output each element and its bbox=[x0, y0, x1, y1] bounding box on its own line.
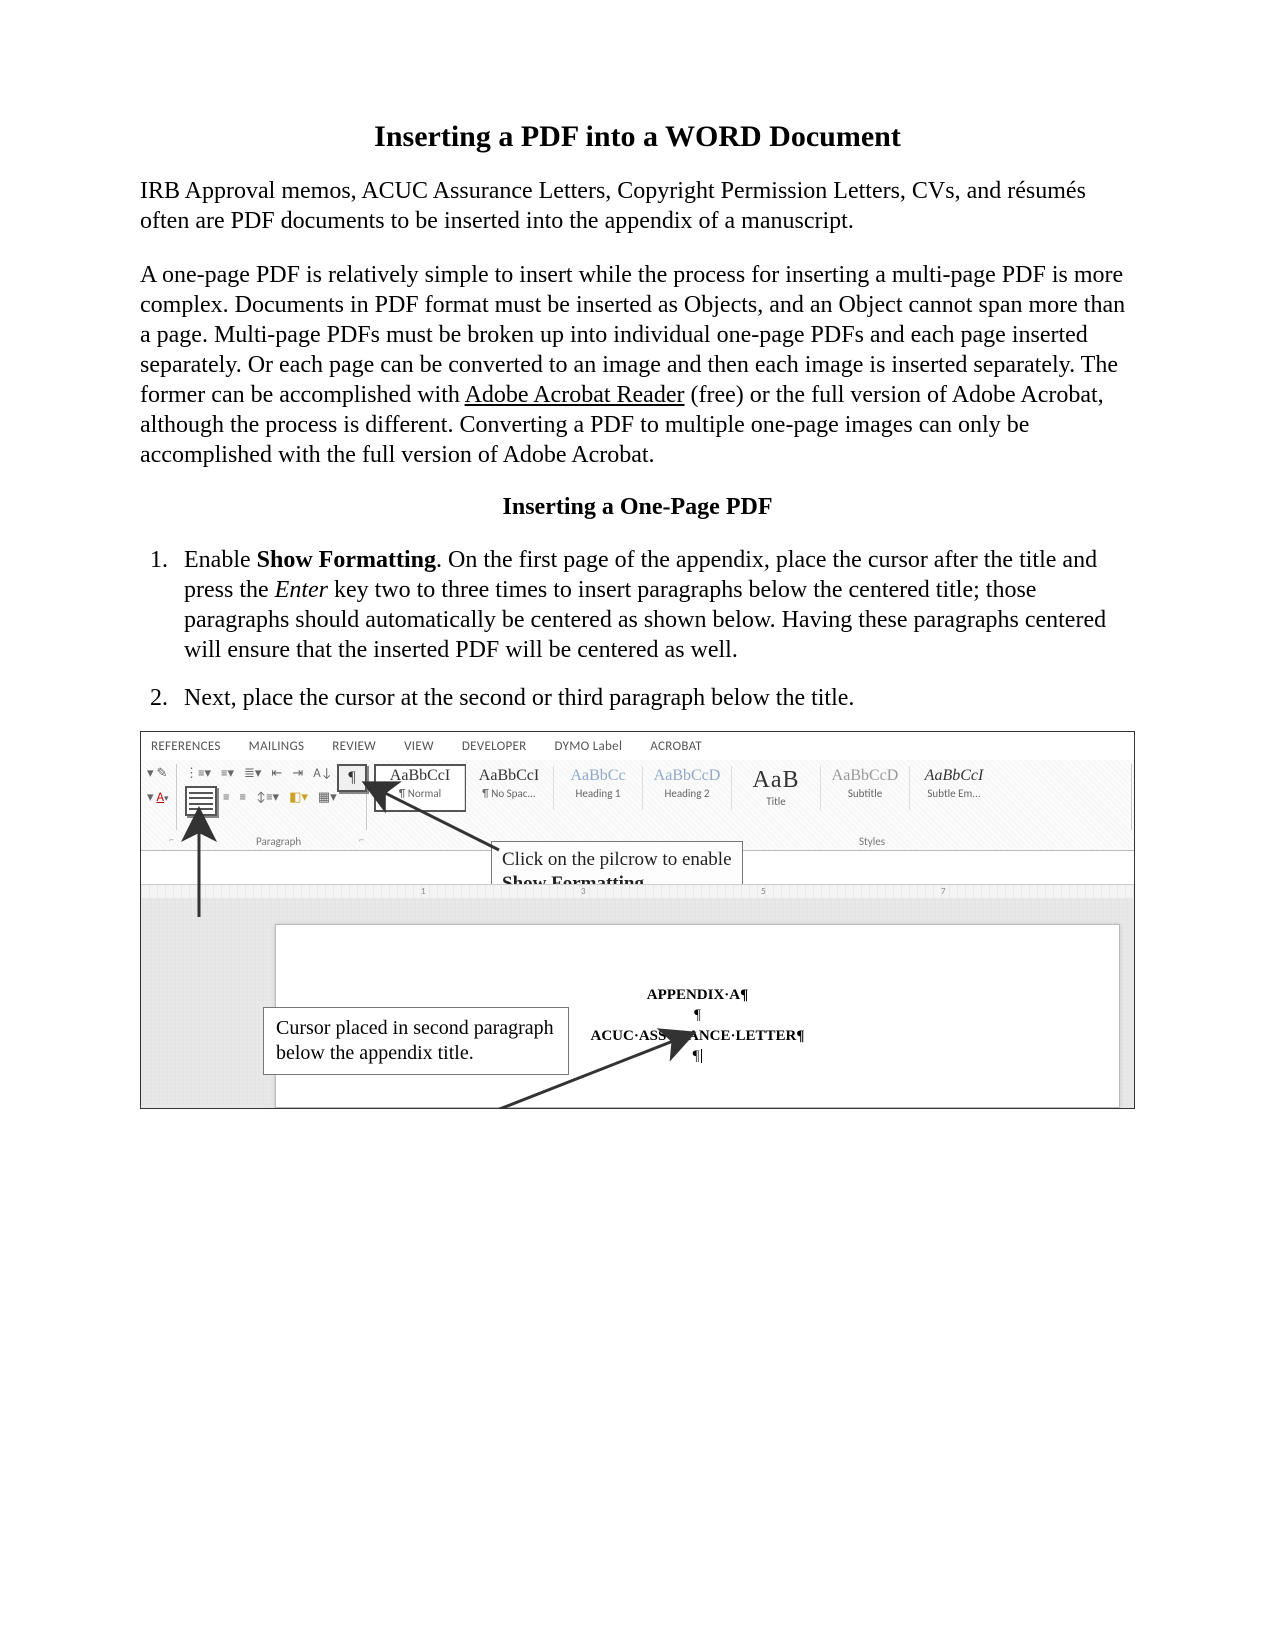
ruler-mark: 1 bbox=[421, 886, 426, 897]
tab-review[interactable]: REVIEW bbox=[332, 739, 376, 754]
callout-cursor: Cursor placed in second paragraph below … bbox=[263, 1007, 569, 1075]
callout1-text-a: Click on the pilcrow to enable bbox=[502, 849, 732, 870]
page-title: Inserting a PDF into a WORD Document bbox=[140, 120, 1135, 154]
ribbon-tabs: REFERENCES MAILINGS REVIEW VIEW DEVELOPE… bbox=[141, 732, 1134, 761]
step1-a: Enable bbox=[184, 547, 257, 573]
paragraph-icons-row1: ⋮≡▾ ≡▾ ≣▾ ⇤ ⇥ A↓ bbox=[185, 766, 355, 781]
style-preview: AaBbCcI bbox=[473, 768, 545, 784]
step1-italic: Enter bbox=[275, 577, 328, 603]
style-heading1[interactable]: AaBbCc Heading 1 bbox=[553, 766, 642, 810]
increase-indent-icon[interactable]: ⇥ bbox=[292, 766, 303, 781]
steps-list: Enable Show Formatting. On the first pag… bbox=[140, 545, 1135, 713]
tab-view[interactable]: VIEW bbox=[404, 739, 434, 754]
multilevel-icon[interactable]: ≣▾ bbox=[244, 766, 261, 781]
dropdown-icon[interactable]: ▾ bbox=[147, 766, 154, 781]
style-name: Heading 2 bbox=[651, 787, 723, 800]
shading-icon[interactable]: ◧▾ bbox=[289, 790, 308, 805]
bullets-icon[interactable]: ⋮≡▾ bbox=[185, 766, 211, 781]
style-preview: AaBbCcI bbox=[384, 768, 456, 784]
ribbon: ▾ ✎ ▾ A▾ ⋮≡▾ ≡▾ ≣▾ ⇤ ⇥ A↓ ≡ ≡ ↕≡▾ ◧▾ ▦▾ … bbox=[141, 760, 1134, 851]
step1-bold: Show Formatting bbox=[257, 547, 436, 573]
tab-mailings[interactable]: MAILINGS bbox=[249, 739, 305, 754]
ribbon-separator bbox=[176, 764, 177, 830]
align-center-icon[interactable]: ≡ bbox=[223, 790, 229, 805]
align-right-icon[interactable]: ≡ bbox=[239, 790, 245, 805]
step-2: Next, place the cursor at the second or … bbox=[174, 683, 1135, 713]
adobe-reader-link[interactable]: Adobe Acrobat Reader bbox=[465, 382, 685, 408]
step-1: Enable Show Formatting. On the first pag… bbox=[174, 545, 1135, 665]
tab-references[interactable]: REFERENCES bbox=[151, 739, 221, 754]
tab-developer[interactable]: DEVELOPER bbox=[462, 739, 527, 754]
text-cursor bbox=[701, 1049, 702, 1063]
font-color-icon[interactable]: A bbox=[156, 790, 164, 805]
doc-line-4-text: ¶ bbox=[693, 1048, 700, 1064]
style-subtitle[interactable]: AaBbCcD Subtitle bbox=[820, 766, 909, 810]
ribbon-separator bbox=[1131, 764, 1132, 830]
pilcrow-button[interactable]: ¶ bbox=[337, 764, 367, 792]
intro-paragraph-1: IRB Approval memos, ACUC Assurance Lette… bbox=[140, 176, 1135, 236]
numbering-icon[interactable]: ≡▾ bbox=[221, 766, 234, 781]
style-name: ¶ Normal bbox=[384, 787, 456, 800]
style-no-spacing[interactable]: AaBbCcI ¶ No Spac... bbox=[464, 766, 553, 810]
group-label-paragraph: Paragraph bbox=[256, 835, 301, 848]
style-name: Title bbox=[740, 795, 812, 808]
font-icons-row1: ▾ ✎ bbox=[147, 766, 167, 781]
style-preview: AaBbCcD bbox=[829, 768, 901, 784]
font-icons-row2: ▾ A▾ bbox=[147, 790, 169, 805]
style-preview: AaBbCc bbox=[562, 768, 634, 784]
align-justify-button[interactable] bbox=[185, 786, 217, 816]
ruler-mark: 7 bbox=[941, 886, 946, 897]
style-name: Subtle Em... bbox=[918, 787, 990, 800]
group-label-styles: Styles bbox=[859, 835, 885, 848]
borders-icon[interactable]: ▦▾ bbox=[318, 790, 337, 805]
document-area: APPENDIX·A¶ ¶ ACUC·ASSURANCE·LETTER¶ ¶ bbox=[141, 898, 1134, 1108]
dropdown-icon[interactable]: ▾ bbox=[147, 790, 154, 805]
dialog-launcher-icon[interactable]: ⌐ bbox=[359, 833, 364, 846]
styles-gallery[interactable]: AaBbCcI ¶ Normal AaBbCcI ¶ No Spac... Aa… bbox=[376, 766, 1130, 810]
line-spacing-icon[interactable]: ↕≡▾ bbox=[256, 790, 279, 805]
format-painter-icon[interactable]: ✎ bbox=[156, 766, 167, 781]
style-normal[interactable]: AaBbCcI ¶ Normal bbox=[376, 766, 464, 810]
style-title[interactable]: AaB Title bbox=[731, 766, 820, 810]
sort-icon[interactable]: A↓ bbox=[313, 766, 332, 781]
dialog-launcher-icon[interactable]: ⌐ bbox=[169, 833, 174, 846]
tab-dymo[interactable]: DYMO Label bbox=[555, 739, 623, 754]
style-name: ¶ No Spac... bbox=[473, 787, 545, 800]
style-preview: AaBbCcD bbox=[651, 768, 723, 784]
style-name: Subtitle bbox=[829, 787, 901, 800]
style-name: Heading 1 bbox=[562, 787, 634, 800]
section-heading: Inserting a One-Page PDF bbox=[140, 494, 1135, 521]
ruler-mark: 3 bbox=[581, 886, 586, 897]
doc-line-1: APPENDIX·A¶ bbox=[276, 985, 1119, 1005]
tab-acrobat[interactable]: ACROBAT bbox=[650, 739, 702, 754]
decrease-indent-icon[interactable]: ⇤ bbox=[271, 766, 282, 781]
intro-paragraph-2: A one-page PDF is relatively simple to i… bbox=[140, 260, 1135, 470]
style-heading2[interactable]: AaBbCcD Heading 2 bbox=[642, 766, 731, 810]
style-preview: AaBbCcI bbox=[918, 768, 990, 784]
ruler-mark: 5 bbox=[761, 886, 766, 897]
style-preview: AaB bbox=[740, 768, 812, 792]
style-subtle-emphasis[interactable]: AaBbCcI Subtle Em... bbox=[909, 766, 998, 810]
